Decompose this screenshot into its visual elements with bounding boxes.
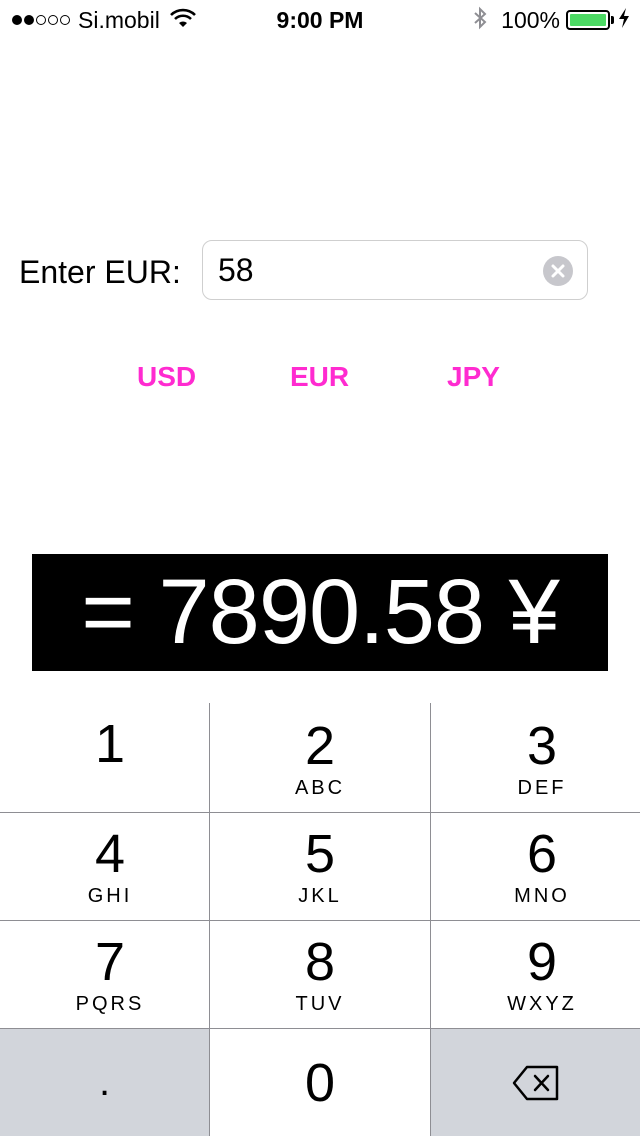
key-5[interactable]: 5 JKL bbox=[210, 827, 430, 908]
key-digit: 0 bbox=[304, 1053, 336, 1113]
status-bar: Si.mobil 9:00 PM 100% bbox=[0, 0, 640, 40]
key-digit: 5 bbox=[304, 824, 336, 884]
battery-percentage: 100% bbox=[501, 6, 560, 33]
key-digit: 4 bbox=[94, 824, 126, 884]
keypad-divider bbox=[0, 1028, 640, 1029]
key-7[interactable]: 7 PQRS bbox=[0, 935, 220, 1016]
delete-key[interactable] bbox=[431, 1065, 640, 1106]
key-letters: GHI bbox=[87, 885, 133, 907]
decimal-key[interactable]: . bbox=[0, 1055, 209, 1109]
key-letters: JKL bbox=[298, 885, 342, 907]
jpy-button[interactable]: JPY bbox=[447, 357, 500, 397]
key-letters: TUV bbox=[295, 993, 345, 1015]
battery-nub bbox=[611, 16, 614, 24]
key-letters: DEF bbox=[517, 777, 567, 799]
key-3[interactable]: 3 DEF bbox=[431, 719, 640, 800]
key-4[interactable]: 4 GHI bbox=[0, 827, 220, 908]
key-0[interactable]: 0 bbox=[210, 1056, 430, 1110]
usd-button[interactable]: USD bbox=[137, 357, 196, 397]
key-9[interactable]: 9 WXYZ bbox=[431, 935, 640, 1016]
key-6[interactable]: 6 MNO bbox=[431, 827, 640, 908]
key-letters: ABC bbox=[294, 777, 346, 799]
key-8[interactable]: 8 TUV bbox=[210, 935, 430, 1016]
key-digit: 3 bbox=[526, 716, 558, 776]
key-letters: WXYZ bbox=[507, 993, 577, 1015]
bluetooth-icon bbox=[473, 6, 487, 35]
key-digit: 1 bbox=[94, 714, 126, 774]
battery-icon bbox=[566, 10, 610, 30]
input-value[interactable]: 58 bbox=[218, 241, 254, 299]
keypad-divider bbox=[0, 812, 640, 813]
clear-input-icon[interactable] bbox=[543, 256, 573, 286]
key-2[interactable]: 2 ABC bbox=[210, 719, 430, 800]
key-letters: MNO bbox=[514, 885, 570, 907]
key-digit: 6 bbox=[526, 824, 558, 884]
decimal-symbol: . bbox=[98, 1060, 111, 1104]
key-digit: 9 bbox=[526, 932, 558, 992]
key-digit: 8 bbox=[304, 932, 336, 992]
key-letters: PQRS bbox=[75, 993, 145, 1015]
status-right: 100% bbox=[473, 6, 630, 34]
input-label: Enter EUR: bbox=[19, 254, 181, 290]
charging-bolt-icon bbox=[618, 7, 630, 33]
eur-button[interactable]: EUR bbox=[290, 357, 349, 397]
keypad-divider bbox=[0, 920, 640, 921]
backspace-icon bbox=[512, 1065, 560, 1105]
conversion-result: = 7890.58 ¥ bbox=[32, 554, 608, 671]
numeric-keypad: 1 2 ABC 3 DEF 4 GHI 5 JKL 6 MNO 7 PQRS 8… bbox=[0, 703, 640, 1136]
key-1[interactable]: 1 bbox=[0, 717, 220, 771]
key-digit: 2 bbox=[304, 716, 336, 776]
eur-input-field[interactable]: 58 bbox=[202, 240, 588, 300]
key-digit: 7 bbox=[94, 932, 126, 992]
battery-level bbox=[570, 14, 606, 26]
